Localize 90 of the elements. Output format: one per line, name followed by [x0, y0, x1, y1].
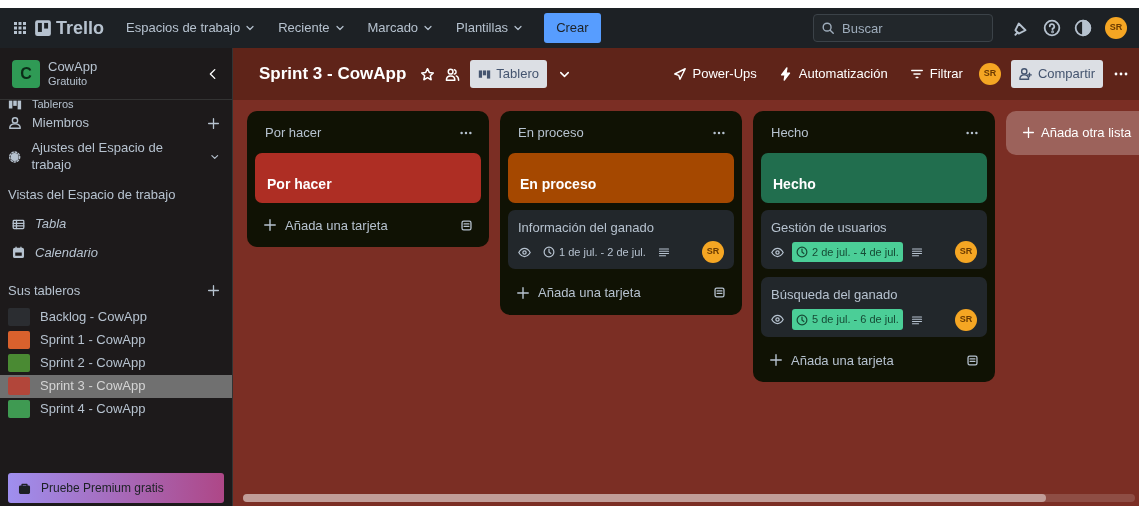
theme-icon[interactable]: [1074, 19, 1092, 37]
clock-icon: [543, 246, 555, 258]
add-person-icon: [1018, 67, 1033, 81]
help-icon[interactable]: [1043, 19, 1061, 37]
clock-icon: [796, 246, 808, 258]
boards-icon: [8, 100, 22, 112]
eye-icon: [771, 245, 784, 259]
sidebar-item[interactable]: Tableros: [0, 100, 232, 112]
date-badge: 5 de jul. - 6 de jul.: [792, 309, 903, 330]
card-title: Búsqueda del ganado: [771, 286, 899, 304]
add-icon: [516, 285, 530, 300]
member-avatar: SR: [702, 241, 724, 263]
board-item[interactable]: Sprint 1 - CowApp: [0, 329, 232, 353]
search-icon: [821, 21, 835, 35]
nav-menu[interactable]: Plantillas: [448, 14, 533, 42]
board-title: Sprint 3 - CowApp: [259, 63, 407, 86]
trello-logo[interactable]: Trello: [34, 14, 104, 42]
bolt-icon: [778, 67, 793, 81]
add-card-button[interactable]: Añada una tarjeta: [769, 350, 894, 370]
workspace-name: CowApp: [48, 58, 99, 75]
member-avatar: SR: [955, 241, 977, 263]
list-title: En proceso: [518, 124, 584, 142]
scrollbar[interactable]: [243, 494, 1135, 502]
list-title: Por hacer: [265, 124, 322, 142]
view-button[interactable]: Tablero: [470, 60, 547, 88]
apps-menu-icon[interactable]: [12, 20, 28, 36]
nav-menu[interactable]: Marcado: [359, 14, 443, 42]
toolbar-button[interactable]: Filtrar: [903, 60, 969, 88]
card-title: Información del ganado: [518, 218, 655, 237]
toolbar-button[interactable]: Automatización: [772, 60, 894, 88]
board-item[interactable]: Backlog - CowApp: [0, 306, 232, 330]
table-icon: [12, 217, 25, 231]
description-icon: [910, 246, 923, 258]
board-item[interactable]: Sprint 2 - CowApp: [0, 352, 232, 376]
eye-icon: [518, 245, 531, 259]
gift-icon: [18, 481, 31, 495]
template-icon[interactable]: [460, 218, 473, 232]
template-icon[interactable]: [966, 353, 979, 367]
add-icon: [263, 218, 277, 233]
share-button[interactable]: Compartir: [1010, 60, 1103, 88]
premium-button[interactable]: Pruebe Premium gratis: [8, 473, 224, 503]
cover-card[interactable]: En proceso: [508, 152, 734, 203]
task-card[interactable]: Información del ganado 1 de jul. - 2 de jul. SR: [508, 209, 734, 269]
search-field[interactable]: Buscar: [813, 14, 993, 42]
description-icon: [657, 246, 670, 258]
sidebar-item[interactable]: Miembros: [0, 112, 232, 135]
user-avatar[interactable]: SR: [1105, 17, 1127, 39]
add-icon: [1022, 126, 1035, 140]
task-card[interactable]: Búsqueda del ganado 5 de jul. - 6 de jul. SR: [761, 277, 987, 337]
create-button[interactable]: Crear: [544, 13, 601, 43]
section-title: Vistas del Espacio de trabajo: [7, 185, 177, 204]
calendar-icon: [12, 246, 25, 260]
logo-icon: [34, 19, 52, 37]
cover-card[interactable]: Hecho: [761, 152, 987, 203]
workspace-plan: Gratuito: [48, 74, 89, 89]
board-item[interactable]: Sprint 4 - CowApp: [0, 398, 232, 422]
template-icon[interactable]: [713, 286, 726, 300]
list-title: Hecho: [771, 124, 809, 142]
add-list-button[interactable]: Añada otra lista: [1006, 111, 1139, 155]
description-icon: [910, 313, 923, 326]
sidebar-item[interactable]: Calendario: [0, 238, 232, 267]
task-card[interactable]: Gestión de usuarios 2 de jul. - 4 de jul. SR: [761, 209, 987, 269]
gear-icon: [8, 149, 22, 164]
workspace-avatar: C: [12, 59, 40, 88]
star-icon[interactable]: [420, 66, 436, 82]
nav-menu[interactable]: Reciente: [270, 14, 354, 42]
eye-icon: [771, 313, 784, 326]
people-icon[interactable]: [445, 66, 461, 82]
clock-icon: [796, 313, 808, 326]
member-avatar[interactable]: SR: [978, 63, 1001, 85]
member-avatar: SR: [955, 308, 977, 331]
filter-icon: [909, 67, 924, 81]
rocket-icon: [672, 67, 687, 81]
sidebar-item[interactable]: Ajustes del Espacio de trabajo: [0, 134, 232, 179]
cover-card[interactable]: Por hacer: [255, 152, 481, 203]
logo-text: Trello: [56, 16, 104, 40]
add-icon: [769, 353, 783, 368]
add-icon: [207, 116, 220, 130]
sidebar-item[interactable]: Tabla: [0, 210, 232, 239]
add-icon[interactable]: [207, 284, 220, 297]
board-icon: [478, 67, 492, 81]
toolbar-button[interactable]: Power-Ups: [666, 60, 763, 88]
date-badge: 2 de jul. - 4 de jul.: [792, 241, 903, 263]
add-card-button[interactable]: Añada una tarjeta: [516, 283, 641, 303]
member-icon: [8, 116, 22, 131]
date-label: 1 de jul. - 2 de jul.: [539, 241, 650, 263]
card-title: Gestión de usuarios: [771, 218, 888, 237]
nav-menu[interactable]: Espacios de trabajo: [118, 14, 265, 42]
section-title: Sus tableros: [8, 281, 81, 300]
add-card-button[interactable]: Añada una tarjeta: [263, 215, 388, 235]
